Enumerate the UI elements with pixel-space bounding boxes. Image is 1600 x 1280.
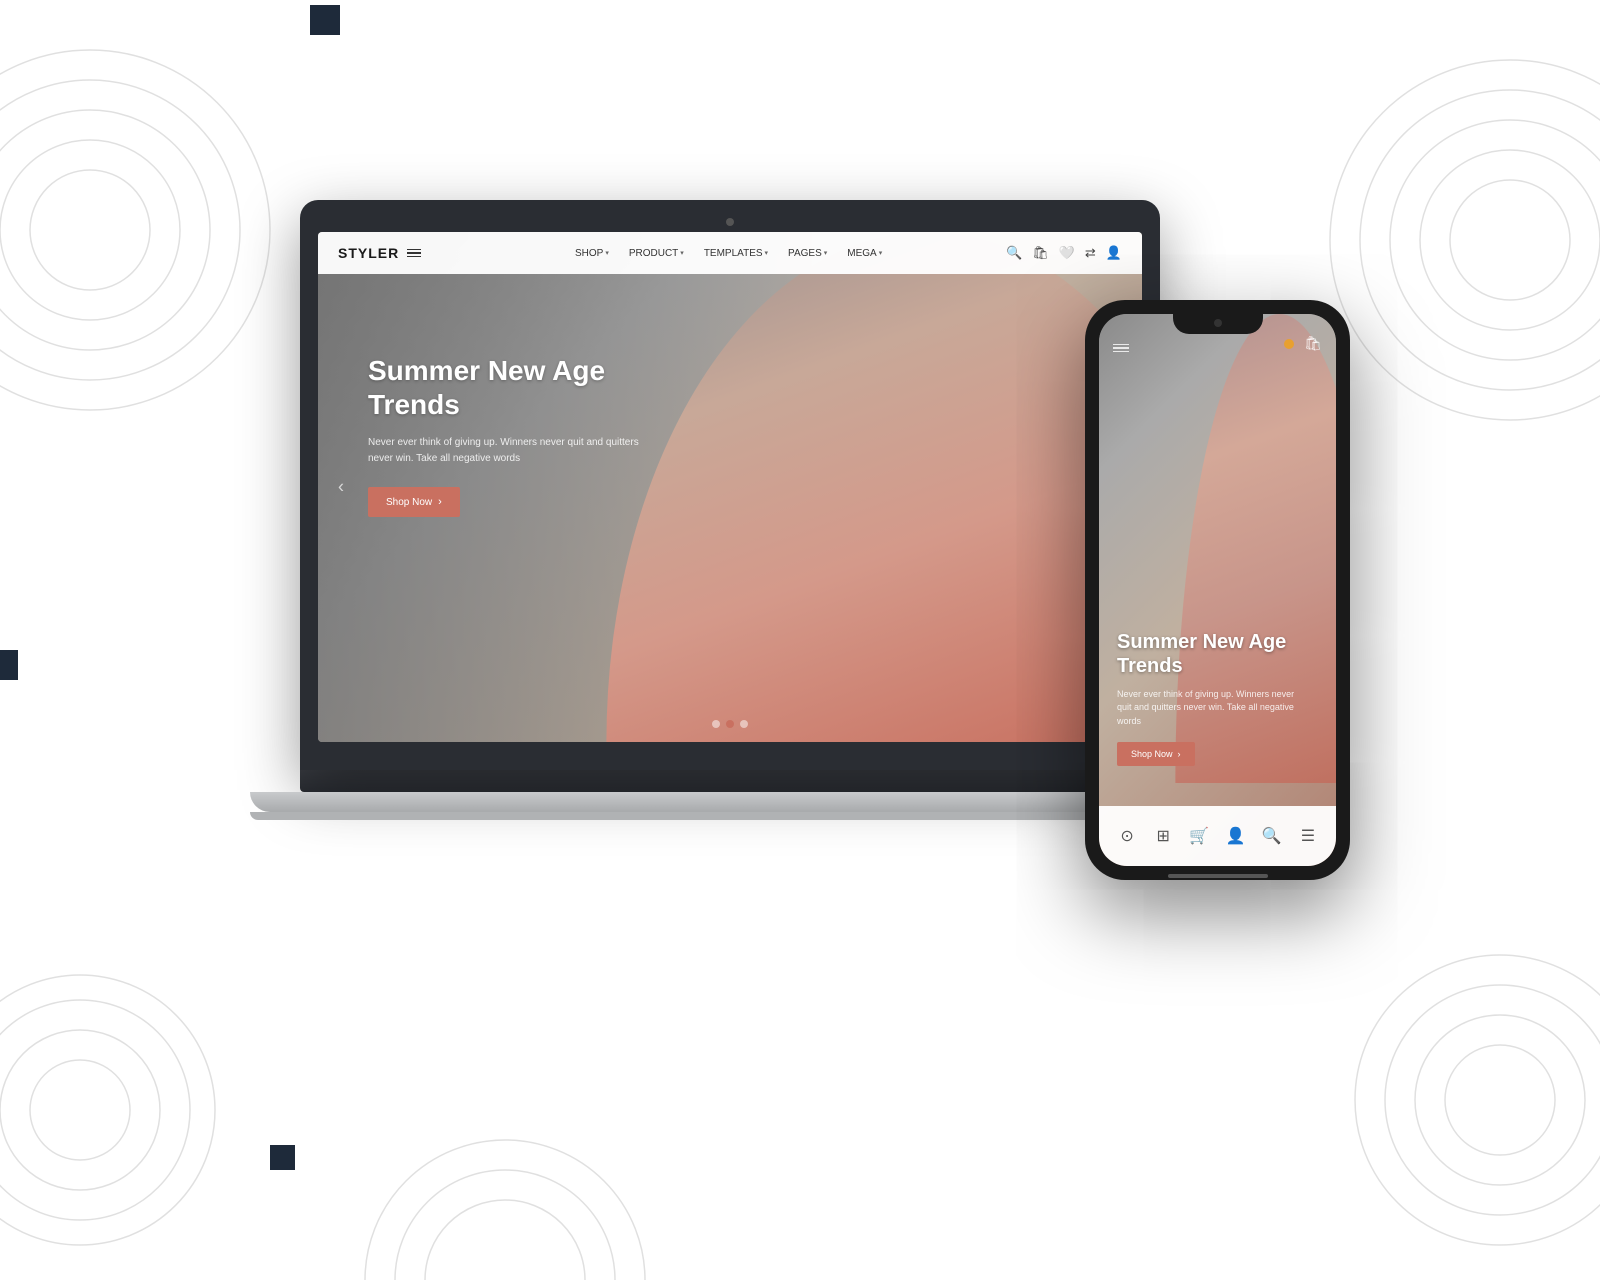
laptop-brand-logo: STYLER — [338, 245, 399, 261]
laptop-hero-subtitle: Never ever think of giving up. Winners n… — [368, 435, 648, 467]
phone-hero-content: Summer New Age Trends Never ever think o… — [1099, 360, 1336, 806]
phone-notch — [1173, 312, 1263, 334]
user-icon[interactable]: 👤 — [1106, 245, 1122, 261]
phone-home-icon[interactable]: ⊙ — [1113, 822, 1141, 850]
phone-search-icon[interactable]: 🔍 — [1258, 822, 1286, 850]
hamburger-line-2 — [407, 252, 421, 254]
laptop-shop-now-button[interactable]: Shop Now › — [368, 487, 460, 517]
chevron-down-icon: ▾ — [605, 249, 609, 257]
laptop-hamburger-menu[interactable] — [407, 249, 421, 258]
phone-orange-indicator — [1284, 339, 1294, 349]
phone-cart-icon[interactable]: 🛒 — [1185, 822, 1213, 850]
laptop-navbar: STYLER SHOP ▾ PRODUCT ▾ TEMPLATES ▾ PAGE… — [318, 232, 1142, 274]
phone-hamburger-line-1 — [1113, 344, 1129, 346]
slider-dot-1[interactable] — [712, 720, 720, 728]
phone-bag-icon[interactable]: 🛍 — [1304, 335, 1322, 352]
slider-dot-3[interactable] — [740, 720, 748, 728]
phone-front-camera — [1214, 319, 1222, 327]
phone-nav-icon-group: 🛍 — [1284, 335, 1322, 352]
chevron-down-icon: ▾ — [879, 249, 883, 257]
phone-shop-now-button[interactable]: Shop Now › — [1117, 742, 1195, 766]
phone-hero-subtitle: Never ever think of giving up. Winners n… — [1117, 688, 1297, 729]
nav-link-shop[interactable]: SHOP ▾ — [575, 248, 609, 259]
phone-hamburger-line-2 — [1113, 347, 1129, 349]
laptop-nav-links: SHOP ▾ PRODUCT ▾ TEMPLATES ▾ PAGES ▾ MEG… — [451, 248, 1006, 259]
phone-user-icon[interactable]: 👤 — [1222, 822, 1250, 850]
nav-link-pages[interactable]: PAGES ▾ — [788, 248, 827, 259]
hamburger-line-1 — [407, 249, 421, 251]
slider-dots — [712, 720, 748, 728]
search-icon[interactable]: 🔍 — [1006, 245, 1022, 261]
arrow-right-icon: › — [438, 496, 442, 508]
phone-home-indicator — [1168, 874, 1268, 878]
phone-hero-title: Summer New Age Trends — [1117, 630, 1297, 678]
nav-link-product[interactable]: PRODUCT ▾ — [629, 248, 684, 259]
slider-previous-arrow[interactable]: ‹ — [338, 477, 344, 498]
laptop-device: STYLER SHOP ▾ PRODUCT ▾ TEMPLATES ▾ PAGE… — [300, 200, 1160, 960]
phone-shop-now-label: Shop Now — [1131, 749, 1173, 759]
laptop-bottom — [250, 792, 1210, 812]
laptop-screen: STYLER SHOP ▾ PRODUCT ▾ TEMPLATES ▾ PAGE… — [318, 232, 1142, 742]
phone-device: 🛍 Summer New Age Trends Never ever think… — [1085, 300, 1350, 950]
laptop-screen-body: STYLER SHOP ▾ PRODUCT ▾ TEMPLATES ▾ PAGE… — [300, 200, 1160, 770]
devices-container: STYLER SHOP ▾ PRODUCT ▾ TEMPLATES ▾ PAGE… — [250, 150, 1350, 1050]
phone-arrow-right-icon: › — [1178, 749, 1181, 759]
phone-store-icon[interactable]: ⊞ — [1149, 822, 1177, 850]
phone-body: 🛍 Summer New Age Trends Never ever think… — [1085, 300, 1350, 880]
nav-link-templates[interactable]: TEMPLATES ▾ — [704, 248, 768, 259]
slider-dot-2[interactable] — [726, 720, 734, 728]
phone-screen: 🛍 Summer New Age Trends Never ever think… — [1099, 314, 1336, 866]
phone-list-icon[interactable]: ☰ — [1294, 822, 1322, 850]
chevron-down-icon: ▾ — [680, 249, 684, 257]
laptop-shop-now-label: Shop Now — [386, 497, 432, 508]
main-content: STYLER SHOP ▾ PRODUCT ▾ TEMPLATES ▾ PAGE… — [0, 0, 1600, 1200]
laptop-nav-icon-group: 🔍 🛍 🤍 ⇄ 👤 — [1006, 245, 1122, 261]
hamburger-line-3 — [407, 256, 421, 258]
chevron-down-icon: ▾ — [765, 249, 769, 257]
phone-hamburger-line-3 — [1113, 351, 1129, 353]
nav-link-mega[interactable]: MEGA ▾ — [847, 248, 882, 259]
phone-hamburger-menu[interactable] — [1113, 344, 1284, 353]
heart-icon[interactable]: 🤍 — [1059, 245, 1075, 261]
laptop-feet — [250, 812, 1210, 820]
laptop-camera — [726, 218, 734, 226]
laptop-hero-title: Summer New Age Trends — [368, 354, 648, 421]
laptop-hero-text-block: Summer New Age Trends Never ever think o… — [368, 354, 648, 517]
chevron-down-icon: ▾ — [824, 249, 828, 257]
compare-icon[interactable]: ⇄ — [1085, 245, 1096, 261]
laptop-base — [300, 770, 1160, 792]
laptop-hero-content: Summer New Age Trends Never ever think o… — [318, 274, 1142, 742]
bag-icon[interactable]: 🛍 — [1032, 245, 1049, 261]
phone-bottom-navigation: ⊙ ⊞ 🛒 👤 🔍 ☰ — [1099, 806, 1336, 866]
phone-hero-text-block: Summer New Age Trends Never ever think o… — [1117, 630, 1297, 767]
